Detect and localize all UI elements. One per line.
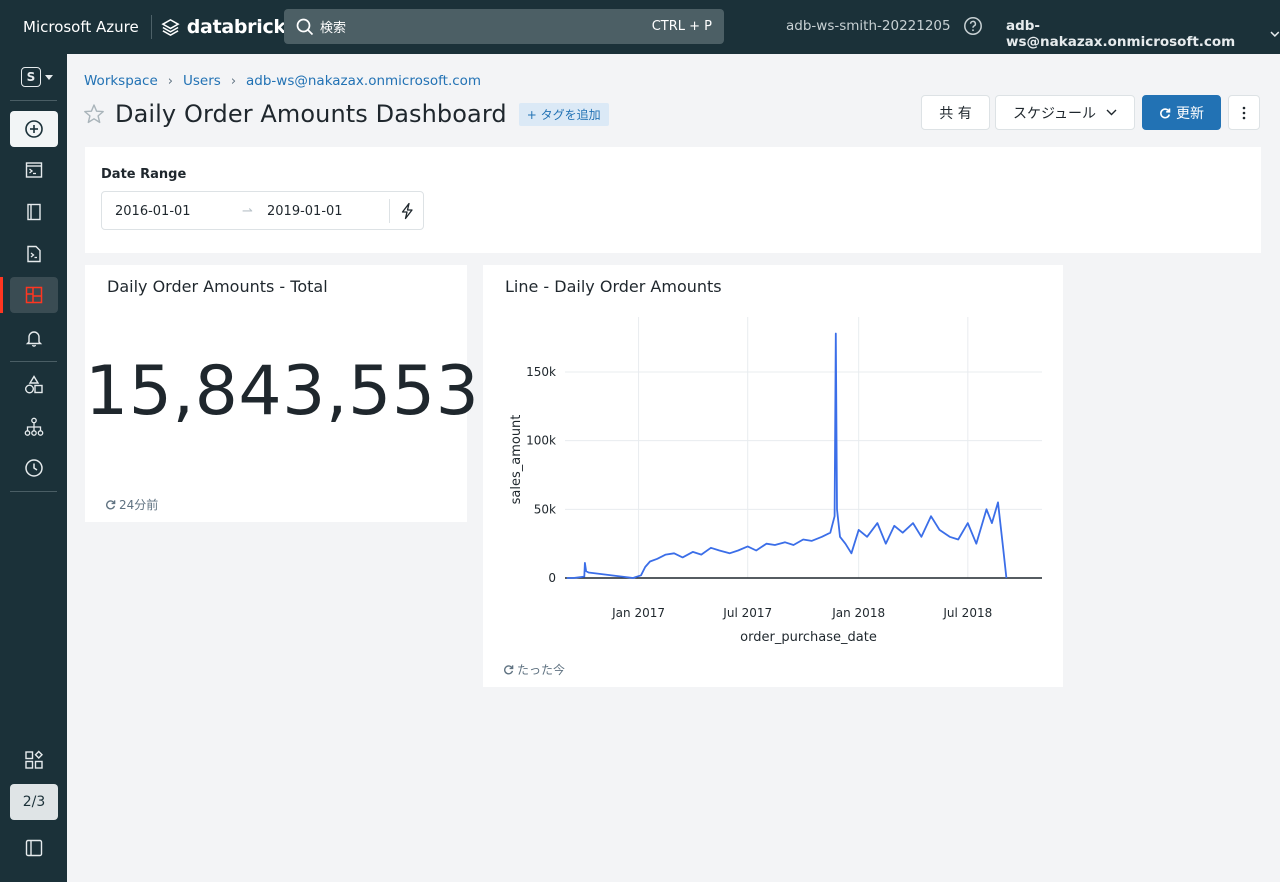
databricks-logo[interactable]: databricks bbox=[161, 16, 297, 38]
sidebar-collapse-button[interactable] bbox=[10, 830, 58, 866]
date-range-picker[interactable]: 2016-01-01 ⇀ 2019-01-01 bbox=[101, 191, 424, 230]
date-range-label: Date Range bbox=[101, 167, 187, 182]
breadcrumb-user-folder[interactable]: adb-ws@nakazax.onmicrosoft.com bbox=[246, 73, 481, 89]
search-placeholder: 検索 bbox=[320, 21, 347, 36]
date-to-input[interactable]: 2019-01-01 bbox=[267, 204, 343, 219]
kebab-menu-icon bbox=[1242, 106, 1246, 119]
sidebar-item-partner-connect[interactable] bbox=[10, 742, 58, 778]
sidebar-divider bbox=[10, 100, 57, 101]
schedule-button[interactable]: スケジュール bbox=[995, 95, 1135, 130]
share-button[interactable]: 共 有 bbox=[921, 95, 990, 130]
refresh-icon bbox=[1160, 107, 1171, 118]
page-indicator[interactable]: 2/3 bbox=[10, 784, 58, 820]
azure-brand[interactable]: Microsoft Azure bbox=[0, 18, 139, 36]
chevron-right-icon: › bbox=[230, 73, 237, 89]
add-tag-button[interactable]: + タグを追加 bbox=[518, 102, 609, 126]
refresh-status: 24分前 bbox=[105, 496, 158, 513]
y-axis-title: sales_amount bbox=[509, 415, 524, 505]
shapes-icon bbox=[25, 375, 43, 394]
chevron-down-icon bbox=[1106, 109, 1117, 116]
databricks-logo-icon bbox=[161, 18, 180, 36]
apps-icon bbox=[25, 750, 43, 769]
clock-icon bbox=[25, 459, 43, 477]
user-menu[interactable]: adb-ws@nakazax.onmicrosoft.com bbox=[1006, 18, 1280, 50]
total-counter-widget: Daily Order Amounts - Total 15,843,553 2… bbox=[85, 265, 480, 522]
series-line bbox=[566, 332, 1008, 579]
x-tick-label: Jul 2017 bbox=[722, 606, 772, 620]
databricks-brand-text: databricks bbox=[186, 16, 297, 38]
sidebar-item-dashboards[interactable] bbox=[0, 277, 58, 313]
chevron-right-icon: › bbox=[167, 73, 173, 89]
top-bar: Microsoft Azure databricks 検索 CTRL + P a… bbox=[0, 0, 1280, 54]
search-shortcut: CTRL + P bbox=[651, 19, 712, 34]
book-icon bbox=[27, 203, 41, 221]
more-options-button[interactable] bbox=[1228, 95, 1260, 130]
refresh-icon bbox=[504, 665, 514, 675]
hierarchy-icon bbox=[24, 417, 44, 436]
search-icon bbox=[296, 18, 314, 35]
caret-down-icon bbox=[45, 74, 53, 80]
bell-icon bbox=[25, 331, 43, 347]
widget-title: Daily Order Amounts - Total bbox=[107, 277, 328, 296]
x-tick-label: Jan 2017 bbox=[611, 606, 665, 620]
date-range-filter: Date Range 2016-01-01 ⇀ 2019-01-01 bbox=[85, 147, 1261, 253]
persona-switcher[interactable]: S bbox=[21, 67, 53, 87]
sidebar-divider bbox=[10, 491, 57, 492]
y-tick-label: 150k bbox=[526, 365, 556, 379]
sidebar-collapse-icon bbox=[25, 839, 43, 857]
search-input[interactable]: 検索 CTRL + P bbox=[284, 9, 724, 44]
workspace-name[interactable]: adb-ws-smith-20221205 bbox=[786, 18, 951, 34]
sidebar-item-sql-editor[interactable] bbox=[10, 152, 58, 188]
breadcrumb-users[interactable]: Users bbox=[183, 73, 221, 89]
persona-letter: S bbox=[21, 67, 41, 87]
refresh-icon bbox=[106, 500, 116, 510]
x-tick-label: Jan 2018 bbox=[831, 606, 885, 620]
breadcrumb: Workspace › Users › adb-ws@nakazax.onmic… bbox=[84, 73, 481, 89]
schedule-label: スケジュール bbox=[1012, 105, 1097, 122]
terminal-icon bbox=[25, 162, 43, 178]
help-icon[interactable] bbox=[963, 16, 983, 36]
sidebar-item-query-file[interactable] bbox=[10, 236, 58, 272]
refresh-status: たった今 bbox=[503, 661, 565, 678]
refresh-time: 24分前 bbox=[119, 498, 159, 512]
refresh-button[interactable]: 更新 bbox=[1142, 95, 1221, 130]
line-chart-widget: Line - Daily Order Amounts 0 50k 100k 150k J… bbox=[483, 265, 1063, 687]
user-email: adb-ws@nakazax.onmicrosoft.com bbox=[1006, 18, 1236, 50]
refresh-time: たった今 bbox=[517, 663, 566, 677]
dashboard-icon bbox=[25, 286, 43, 304]
lightning-icon[interactable] bbox=[399, 202, 415, 220]
sidebar-item-alerts[interactable] bbox=[10, 320, 58, 356]
x-axis-title: order_purchase_date bbox=[740, 630, 877, 645]
sidebar-item-queries[interactable] bbox=[10, 194, 58, 230]
star-icon[interactable] bbox=[83, 103, 105, 125]
range-divider bbox=[389, 199, 390, 223]
share-label: 共 有 bbox=[939, 105, 972, 122]
sidebar-item-workflows[interactable] bbox=[10, 409, 58, 445]
sidebar-divider bbox=[10, 361, 57, 362]
sidebar: S 2/3 bbox=[0, 54, 67, 882]
sidebar-item-data[interactable] bbox=[10, 367, 58, 403]
date-from-input[interactable]: 2016-01-01 bbox=[115, 204, 191, 219]
sidebar-item-create[interactable] bbox=[10, 111, 58, 147]
line-chart[interactable]: 0 50k 100k 150k Jan 2017 Jul 2017 Jan 2018 Jul … bbox=[483, 265, 1063, 687]
x-tick-label: Jul 2018 bbox=[942, 606, 992, 620]
chevron-down-icon bbox=[1270, 31, 1280, 37]
brand-divider bbox=[150, 15, 152, 39]
refresh-label: 更新 bbox=[1176, 105, 1204, 122]
file-code-icon bbox=[27, 245, 41, 263]
counter-value: 15,843,553 bbox=[85, 352, 480, 431]
arrow-right-icon: ⇀ bbox=[242, 204, 253, 219]
y-tick-label: 50k bbox=[534, 502, 556, 516]
sidebar-item-history[interactable] bbox=[10, 450, 58, 486]
breadcrumb-workspace[interactable]: Workspace bbox=[84, 73, 158, 89]
y-tick-label: 0 bbox=[548, 571, 556, 585]
page-title: Daily Order Amounts Dashboard bbox=[115, 100, 507, 128]
y-tick-label: 100k bbox=[526, 434, 556, 448]
title-row: Daily Order Amounts Dashboard + タグを追加 bbox=[83, 100, 609, 128]
plus-circle-icon bbox=[25, 120, 43, 138]
